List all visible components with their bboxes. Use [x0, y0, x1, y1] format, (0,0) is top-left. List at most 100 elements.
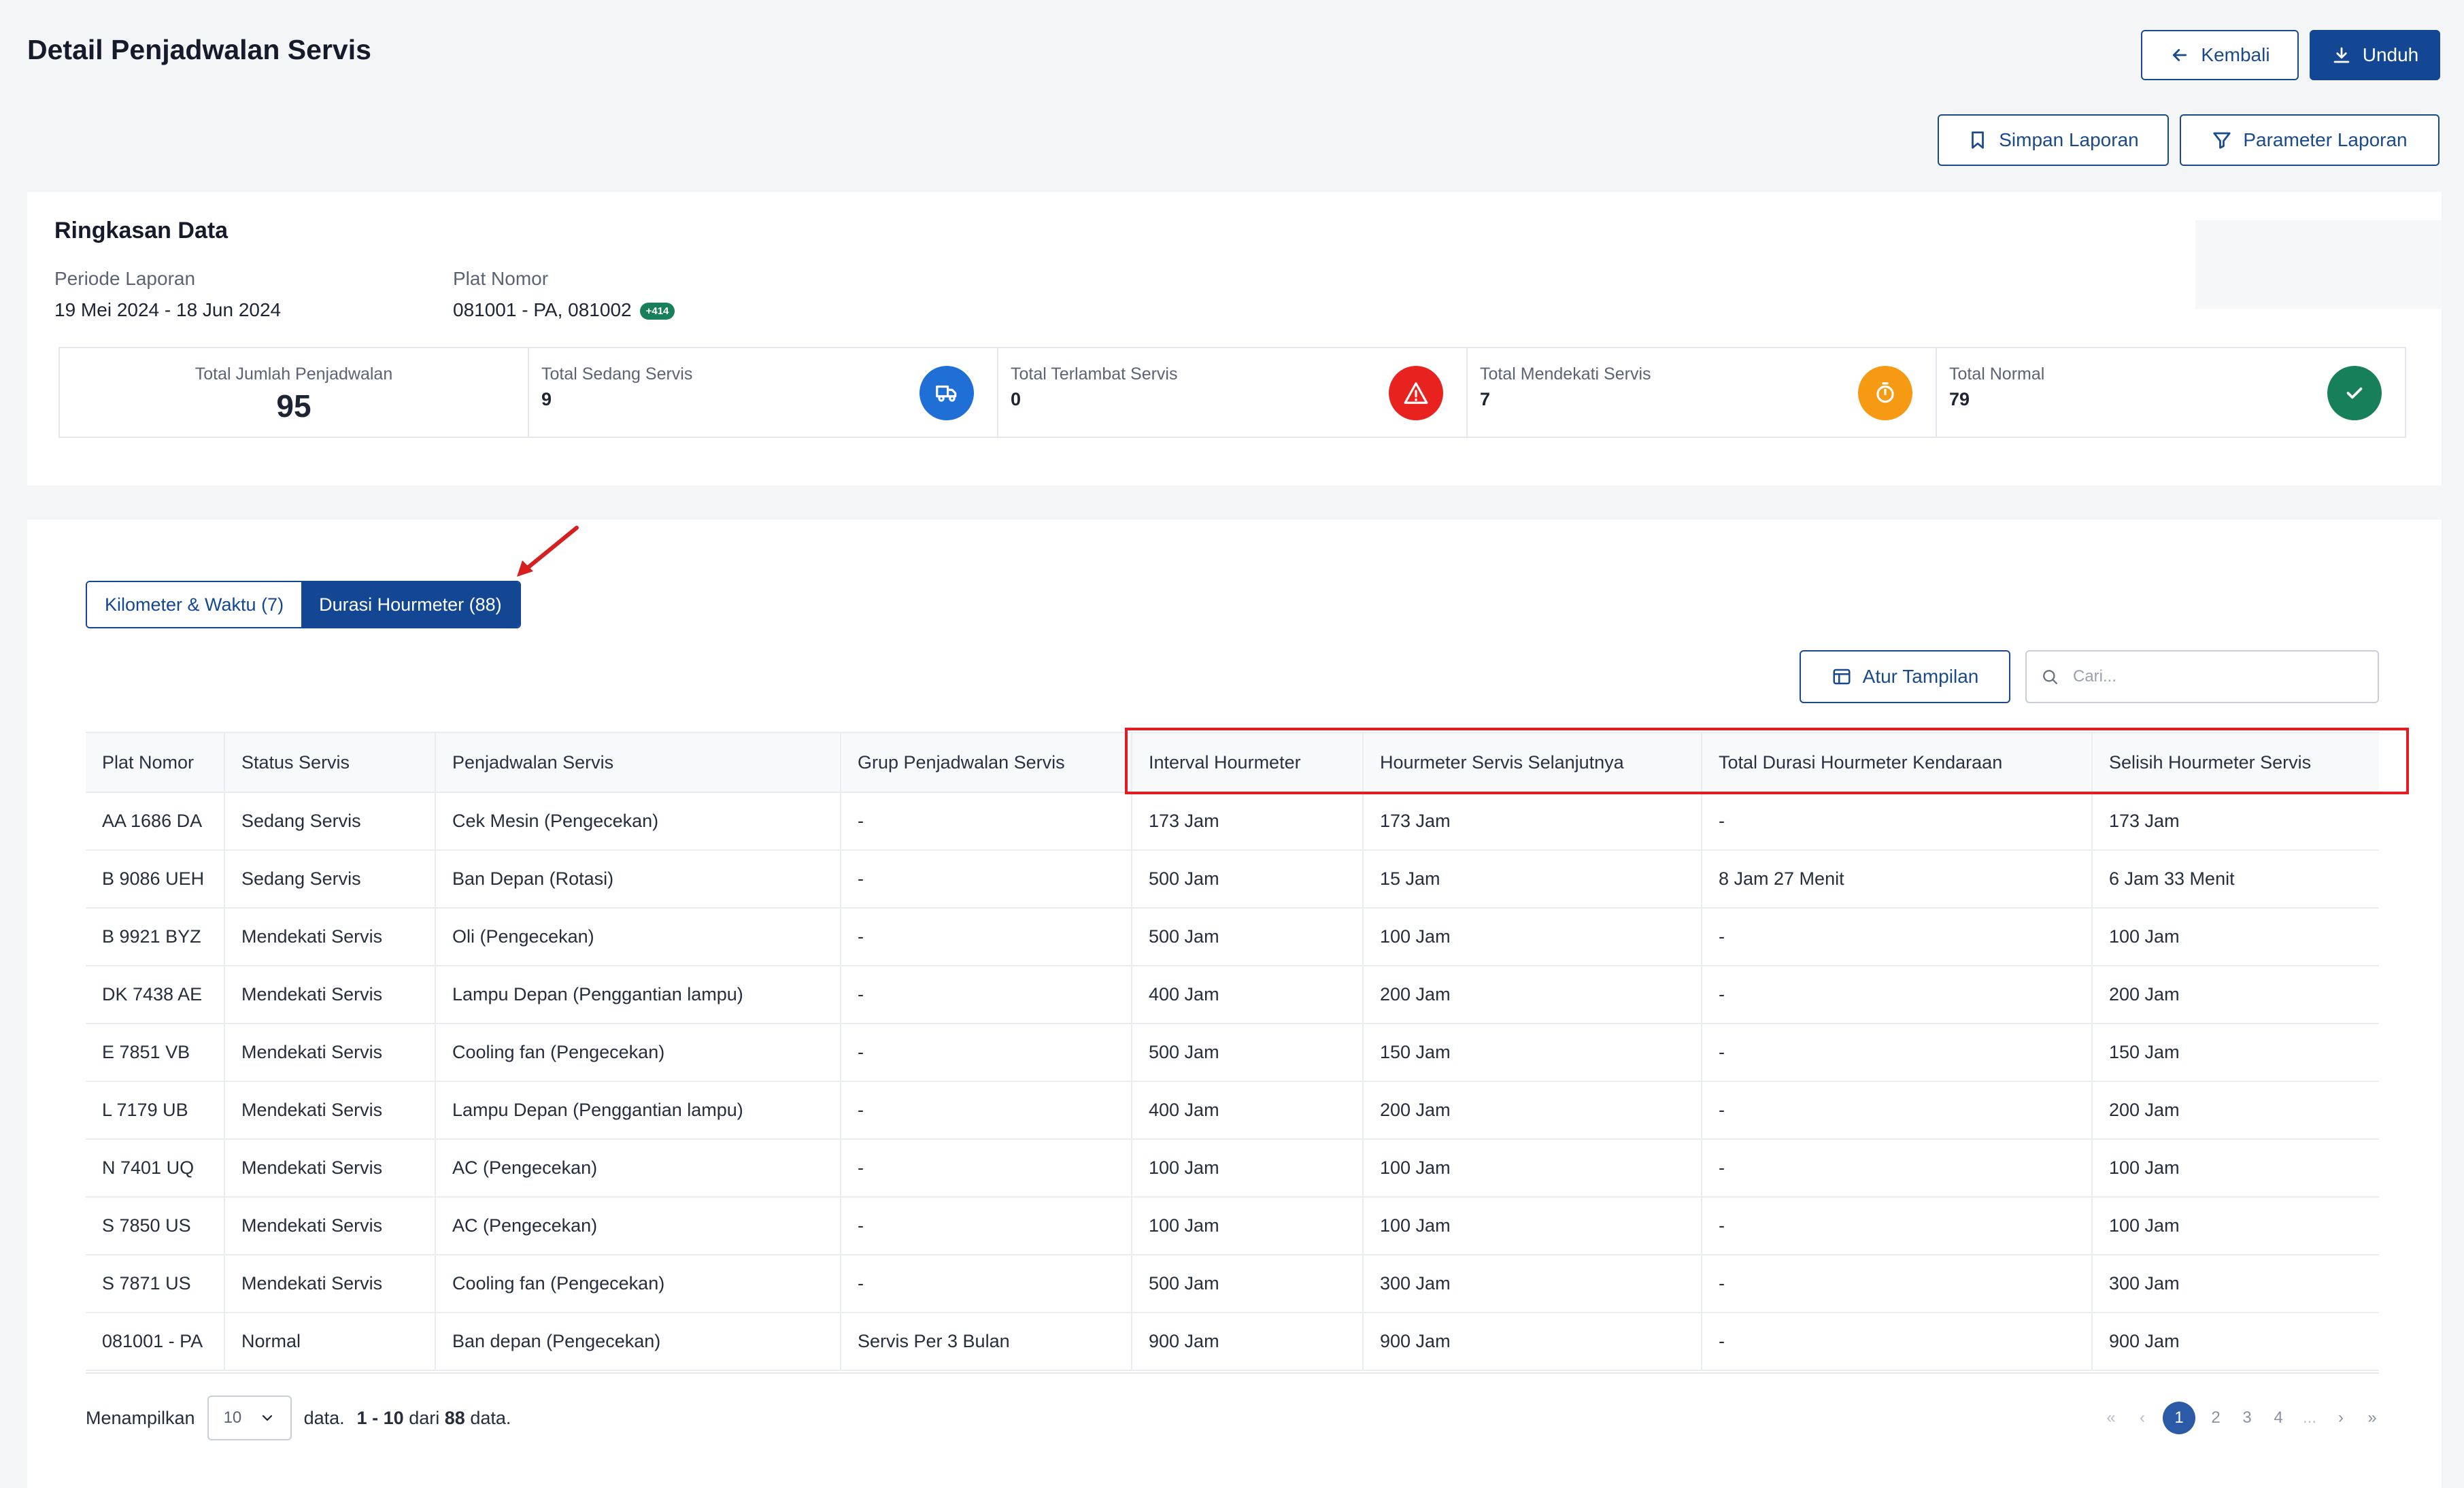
download-button[interactable]: Unduh	[2310, 30, 2440, 80]
back-button-label: Kembali	[2201, 44, 2270, 65]
cell-total-duration: -	[1702, 1139, 2093, 1198]
plate-value: 081001 - PA, 081002	[453, 299, 632, 320]
table-row[interactable]: E 7851 VB Mendekati Servis Cooling fan (Pe…	[86, 1024, 2379, 1082]
cell-next-hourmeter: 200 Jam	[1363, 1081, 1702, 1140]
page-3-button[interactable]: 3	[2236, 1402, 2258, 1434]
cell-next-hourmeter: 100 Jam	[1363, 908, 1702, 966]
table-row[interactable]: DK 7438 AE Mendekati Servis Lampu Depan (P…	[86, 966, 2379, 1024]
search-icon	[2043, 670, 2058, 685]
table-body: AA 1686 DA Sedang Servis Cek Mesin (Pengec…	[86, 792, 2379, 1371]
stat-in-service-label: Total Sedang Servis	[541, 365, 693, 384]
cell-schedule-group: -	[841, 1024, 1132, 1082]
page-2-button[interactable]: 2	[2205, 1402, 2227, 1434]
cell-schedule-group: -	[841, 966, 1132, 1024]
table-row[interactable]: 081001 - PA Normal Ban depan (Pengecekan) S…	[86, 1313, 2379, 1371]
range-value: 1 - 10	[356, 1407, 404, 1428]
table-row[interactable]: N 7401 UQ Mendekati Servis AC (Pengecekan)…	[86, 1139, 2379, 1198]
cell-next-hourmeter: 15 Jam	[1363, 850, 1702, 909]
cell-schedule: Cek Mesin (Pengecekan)	[435, 792, 841, 851]
table-row[interactable]: B 9921 BYZ Mendekati Servis Oli (Pengeceka…	[86, 908, 2379, 966]
stats-row: Total Jumlah Penjadwalan 95 Total Sedang…	[58, 347, 2406, 438]
cell-hourmeter-diff: 200 Jam	[2092, 1081, 2379, 1140]
table-row[interactable]: S 7871 US Mendekati Servis Cooling fan (Pe…	[86, 1255, 2379, 1313]
cell-plate: DK 7438 AE	[86, 966, 225, 1024]
table-row[interactable]: B 9086 UEH Sedang Servis Ban Depan (Rotasi…	[86, 850, 2379, 909]
first-page-button[interactable]: «	[2100, 1402, 2122, 1434]
cell-hourmeter-interval: 500 Jam	[1132, 1024, 1364, 1082]
plate-more-badge[interactable]: +414	[639, 303, 675, 320]
data-table: Plat Nomor Status Servis Penjadwalan Ser…	[86, 732, 2379, 1371]
cell-hourmeter-diff: 300 Jam	[2092, 1255, 2379, 1313]
summary-card: Ringkasan Data Periode Laporan 19 Mei 20…	[27, 192, 2442, 486]
cell-status: Sedang Servis	[224, 850, 436, 909]
search-input[interactable]	[2073, 667, 2359, 686]
data-table-container[interactable]: Plat Nomor Status Servis Penjadwalan Ser…	[86, 732, 2379, 1374]
col-header-schedule[interactable]: Penjadwalan Servis	[435, 732, 841, 793]
cell-hourmeter-interval: 100 Jam	[1132, 1139, 1364, 1198]
total-value: 88	[444, 1407, 465, 1428]
last-page-button[interactable]: »	[2361, 1402, 2383, 1434]
cell-total-duration: -	[1702, 1197, 2093, 1255]
cell-plate: 081001 - PA	[86, 1313, 225, 1371]
page-1-button[interactable]: 1	[2163, 1402, 2195, 1434]
arrange-view-button[interactable]: Atur Tampilan	[1800, 650, 2010, 703]
cell-total-duration: -	[1702, 1255, 2093, 1313]
col-header-total-duration[interactable]: Total Durasi Hourmeter Kendaraan	[1702, 732, 2093, 793]
cell-hourmeter-diff: 100 Jam	[2092, 1139, 2379, 1198]
bookmark-icon	[1972, 131, 1985, 149]
table-row[interactable]: S 7850 US Mendekati Servis AC (Pengecekan)…	[86, 1197, 2379, 1255]
tab-bar: Kilometer & Waktu (7) Durasi Hourmeter (…	[86, 581, 521, 628]
col-header-hourmeter-diff[interactable]: Selisih Hourmeter Servis	[2092, 732, 2379, 793]
cell-status: Mendekati Servis	[224, 1255, 436, 1313]
prev-page-button[interactable]: ‹	[2131, 1402, 2153, 1434]
back-button[interactable]: Kembali	[2141, 30, 2299, 80]
col-header-schedule-group[interactable]: Grup Penjadwalan Servis	[841, 732, 1132, 793]
col-header-next-hourmeter[interactable]: Hourmeter Servis Selanjutnya	[1363, 732, 1702, 793]
cell-next-hourmeter: 900 Jam	[1363, 1313, 1702, 1371]
filter-icon	[2213, 132, 2231, 149]
stat-normal: Total Normal 79	[1937, 348, 2405, 437]
table-card: Kilometer & Waktu (7) Durasi Hourmeter (…	[27, 520, 2442, 1488]
cell-status: Normal	[224, 1313, 436, 1371]
cell-schedule-group: -	[841, 1081, 1132, 1140]
table-row[interactable]: AA 1686 DA Sedang Servis Cek Mesin (Pengec…	[86, 792, 2379, 851]
cell-total-duration: -	[1702, 792, 2093, 851]
table-row[interactable]: L 7179 UB Mendekati Servis Lampu Depan (Pe…	[86, 1081, 2379, 1140]
report-parameters-button[interactable]: Parameter Laporan	[2180, 114, 2440, 166]
cell-total-duration: -	[1702, 1081, 2093, 1140]
cell-hourmeter-interval: 400 Jam	[1132, 1081, 1364, 1140]
plate-label: Plat Nomor	[453, 268, 549, 289]
cell-status: Mendekati Servis	[224, 1024, 436, 1082]
stat-total-label: Total Jumlah Penjadwalan	[195, 365, 393, 384]
page-title: Detail Penjadwalan Servis	[27, 34, 371, 65]
stat-normal-label: Total Normal	[1949, 365, 2045, 384]
annotation-arrow-icon	[517, 526, 579, 577]
stat-total: Total Jumlah Penjadwalan 95	[60, 348, 529, 437]
cell-total-duration: 8 Jam 27 Menit	[1702, 850, 2093, 909]
cell-schedule-group: -	[841, 1139, 1132, 1198]
save-report-button[interactable]: Simpan Laporan	[1938, 114, 2169, 166]
period-value: 19 Mei 2024 - 18 Jun 2024	[54, 299, 282, 320]
stat-late: Total Terlambat Servis 0	[998, 348, 1468, 437]
cell-next-hourmeter: 300 Jam	[1363, 1255, 1702, 1313]
cell-schedule: Ban Depan (Rotasi)	[435, 850, 841, 909]
next-page-button[interactable]: ›	[2330, 1402, 2352, 1434]
chevron-down-icon	[262, 1415, 272, 1421]
col-header-plate[interactable]: Plat Nomor	[86, 732, 225, 793]
cell-hourmeter-interval: 900 Jam	[1132, 1313, 1364, 1371]
tab-kilometer-time[interactable]: Kilometer & Waktu (7)	[87, 582, 302, 627]
period-label: Periode Laporan	[54, 268, 196, 289]
tab-hourmeter-duration[interactable]: Durasi Hourmeter (88)	[301, 582, 520, 627]
arrange-view-button-label: Atur Tampilan	[1862, 666, 1979, 687]
col-header-status[interactable]: Status Servis	[224, 732, 436, 793]
data-label: data.	[303, 1407, 345, 1428]
page-size-select[interactable]: 10	[207, 1396, 292, 1440]
stat-late-value: 0	[1011, 389, 1022, 409]
cell-hourmeter-interval: 500 Jam	[1132, 1255, 1364, 1313]
cell-hourmeter-interval: 400 Jam	[1132, 966, 1364, 1024]
download-icon	[2333, 47, 2350, 63]
cell-hourmeter-interval: 100 Jam	[1132, 1197, 1364, 1255]
cell-hourmeter-interval: 500 Jam	[1132, 908, 1364, 966]
page-4-button[interactable]: 4	[2267, 1402, 2289, 1434]
col-header-hourmeter-interval[interactable]: Interval Hourmeter	[1132, 732, 1364, 793]
